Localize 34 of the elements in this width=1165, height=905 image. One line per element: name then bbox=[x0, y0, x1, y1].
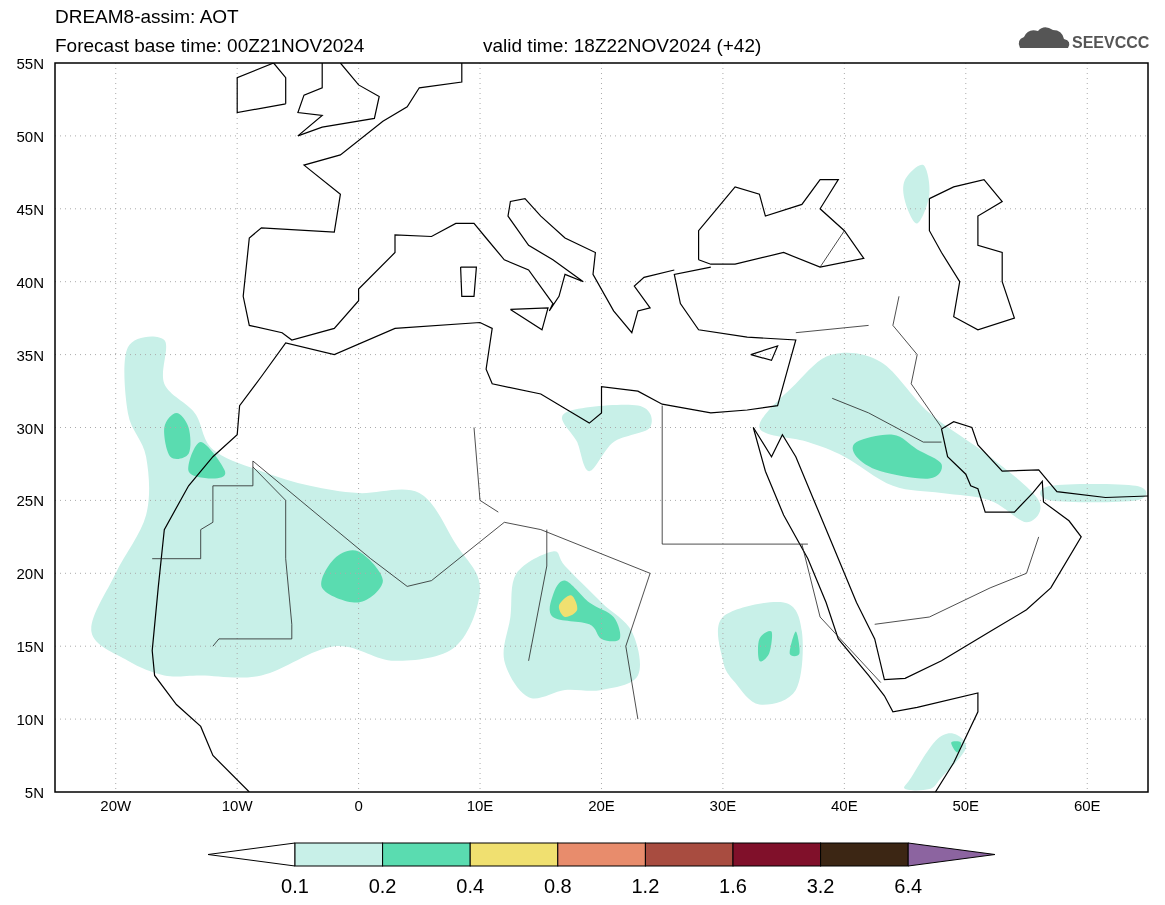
latitude-label: 50N bbox=[16, 127, 44, 145]
latitude-label: 55N bbox=[16, 55, 44, 72]
colorbar-label: 6.4 bbox=[894, 875, 923, 897]
colorbar-label: 3.2 bbox=[806, 875, 835, 897]
longitude-label: 20E bbox=[588, 797, 615, 814]
colorbar-label: 1.2 bbox=[631, 875, 660, 897]
latitude-label: 30N bbox=[16, 419, 44, 437]
longitude-label: 60E bbox=[1073, 797, 1101, 814]
valid-time-label: valid time: 18Z22NOV2024 (+42) bbox=[483, 35, 762, 56]
colorbar-label: 0.1 bbox=[281, 875, 309, 897]
colorbar-label: 1.6 bbox=[719, 875, 747, 897]
colorbar-label: 0.4 bbox=[456, 875, 485, 897]
latitude-label: 10N bbox=[16, 711, 44, 729]
longitude-label: 0 bbox=[354, 797, 363, 814]
longitude-label: 10W bbox=[221, 797, 253, 814]
longitude-label: 40E bbox=[831, 797, 858, 814]
cloud-icon bbox=[1018, 27, 1070, 48]
logo-text: SEEVCCC bbox=[1072, 34, 1150, 51]
base-time-label: Forecast base time: 00Z21NOV2024 bbox=[55, 35, 365, 56]
latitude-label: 25N bbox=[16, 492, 44, 510]
latitude-label: 40N bbox=[16, 273, 44, 291]
latitude-label: 5N bbox=[24, 784, 44, 801]
colorbar-label: 0.8 bbox=[543, 875, 572, 897]
longitude-label: 10E bbox=[466, 797, 494, 814]
plot-title: DREAM8-assim: AOT bbox=[55, 6, 239, 27]
longitude-label: 50E bbox=[952, 797, 980, 814]
latitude-label: 35N bbox=[16, 346, 44, 364]
latitude-label: 20N bbox=[16, 565, 44, 583]
longitude-label: 30E bbox=[709, 797, 737, 814]
latitude-label: 45N bbox=[16, 200, 44, 218]
longitude-label: 20W bbox=[100, 797, 132, 814]
latitude-label: 15N bbox=[16, 638, 44, 656]
dust-plume bbox=[903, 164, 930, 224]
colorbar-label: 0.2 bbox=[368, 875, 397, 897]
